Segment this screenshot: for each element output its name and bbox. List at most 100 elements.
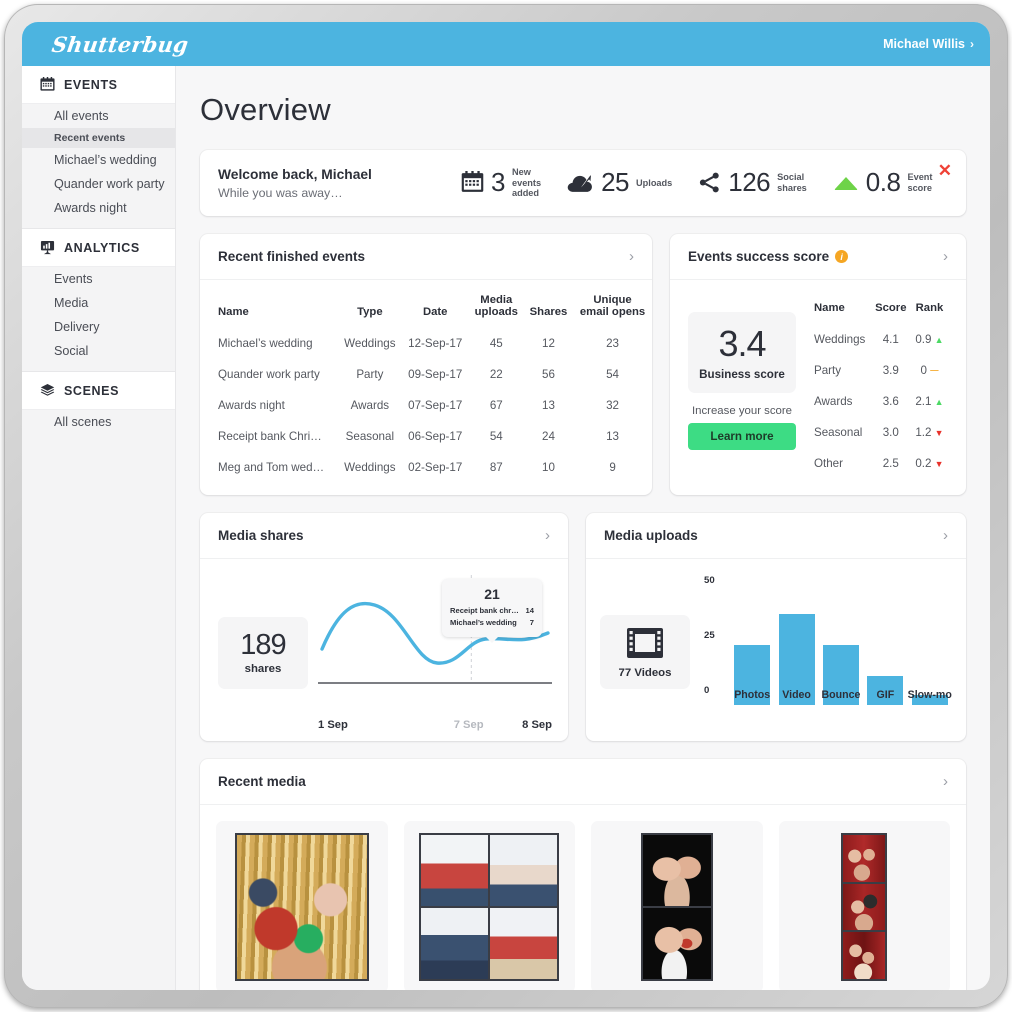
sidebar-item-social[interactable]: Social <box>22 339 175 363</box>
sidebar-item-media[interactable]: Media <box>22 291 175 315</box>
bar-column-gif[interactable]: GIF <box>867 585 905 705</box>
table-row[interactable]: Other 2.5 0.2 ▼ <box>808 448 948 479</box>
table-row[interactable]: Party 3.9 0 ─ <box>808 355 948 386</box>
sidebar-item-awards-night[interactable]: Awards night <box>22 196 175 220</box>
sidebar-item-events[interactable]: Events <box>22 267 175 291</box>
bar-column-photos[interactable]: Photos <box>733 585 771 705</box>
business-score-box: 3.4 Business score <box>688 312 796 393</box>
recent-media-card: Recent media › <box>200 759 966 990</box>
chevron-right-icon[interactable]: › <box>943 527 948 544</box>
media-tile-3[interactable] <box>591 821 763 990</box>
welcome-text: Welcome back, Michael While you was away… <box>218 167 453 200</box>
card-title-label: Events success score <box>688 249 830 264</box>
col-date: Date <box>422 306 448 318</box>
cell-shares: 13 <box>542 399 555 412</box>
cell-opens: 9 <box>609 461 616 474</box>
sidebar-group-events[interactable]: EVENTS <box>22 66 175 104</box>
bars-container: Photos Video Bounce GIF Slow-mo <box>730 585 952 705</box>
tooltip-row-label: Receipt bank chr… <box>450 606 519 615</box>
table-header-row: Name Score Rank <box>808 288 948 324</box>
tooltip-value: 21 <box>484 586 500 602</box>
chevron-right-icon[interactable]: › <box>545 527 550 544</box>
table-row[interactable]: Awards 3.6 2.1 ▲ <box>808 386 948 417</box>
axis-label-mid: 7 Sep <box>453 719 484 731</box>
cell-shares: 10 <box>542 461 555 474</box>
cell-shares: 56 <box>542 368 555 381</box>
business-score-panel: 3.4 Business score Increase your score L… <box>688 288 796 479</box>
table-row[interactable]: Meg and Tom wed… Weddings 02-Sep-17 87 1… <box>200 452 652 483</box>
bar-label-bounce: Bounce <box>821 689 861 701</box>
cell-rank: 2.1 ▲ <box>915 395 944 408</box>
media-uploads-bar-chart: 50 25 0 Photos Video Bounce GIF Slow-mo <box>704 573 952 731</box>
cell-score: 3.6 <box>882 395 899 408</box>
photo-strip-gold-confetti <box>234 833 369 981</box>
info-icon[interactable]: i <box>835 250 849 263</box>
stat-uploads: 25 Uploads <box>567 167 672 198</box>
sidebar-item-michaels-wedding[interactable]: Michael’s wedding <box>22 148 175 172</box>
axis-label-end: 8 Sep <box>522 719 552 731</box>
calendar-icon <box>40 77 55 91</box>
photo-grid-bunting <box>419 833 560 981</box>
sidebar-item-all-events[interactable]: All events <box>22 104 175 128</box>
chevron-right-icon[interactable]: › <box>943 773 948 790</box>
sidebar-item-all-scenes[interactable]: All scenes <box>22 410 175 434</box>
media-tile-1[interactable] <box>216 821 388 990</box>
bar-label-video: Video <box>782 689 811 701</box>
sidebar-item-recent-events[interactable]: Recent events <box>22 128 175 148</box>
calendar-icon <box>461 171 484 193</box>
table-header-row: Name Type Date Media uploads Shares Uniqu… <box>200 280 652 328</box>
table-row[interactable]: Seasonal 3.0 1.2 ▼ <box>808 417 948 448</box>
chevron-right-icon[interactable]: › <box>943 248 948 265</box>
table-row[interactable]: Quander work party Party 09-Sep-17 22 56… <box>200 359 652 390</box>
cell-date: 09-Sep-17 <box>408 368 463 381</box>
top-bar: Shutterbug Michael Willis › <box>22 22 990 66</box>
tooltip-row-label: Michael’s wedding <box>450 617 517 627</box>
bar-column-bounce[interactable]: Bounce <box>822 585 860 705</box>
cell-name: Other <box>814 457 843 470</box>
table-row[interactable]: Michael’s wedding Weddings 12-Sep-17 45 … <box>200 328 652 359</box>
sidebar-group-analytics[interactable]: ANALYTICS <box>22 228 175 267</box>
tooltip-arrow <box>486 636 498 643</box>
sidebar-group-scenes[interactable]: SCENES <box>22 371 175 410</box>
card-title: Recent finished events <box>218 249 366 264</box>
close-icon[interactable]: ✕ <box>938 162 952 179</box>
stat-label: Uploads <box>636 177 673 188</box>
cell-score: 2.5 <box>882 457 899 470</box>
cell-score: 3.9 <box>882 364 899 377</box>
layers-icon <box>40 383 55 396</box>
score-breakdown-table-wrap: Name Score Rank Weddings 4.1 0.9 ▲ Party… <box>808 288 948 479</box>
media-tile-4[interactable] <box>778 821 950 990</box>
stat-value: 3 <box>491 167 505 198</box>
x-axis-labels: 1 Sep 7 Sep 8 Sep <box>318 719 552 731</box>
app-logo[interactable]: Shutterbug <box>50 32 190 57</box>
bar-column-slow-mo[interactable]: Slow-mo <box>907 585 952 705</box>
media-tile-2[interactable] <box>403 821 575 990</box>
learn-more-button[interactable]: Learn more <box>688 423 796 450</box>
triangle-up-icon <box>834 176 857 190</box>
stat-label: Social shares <box>777 172 807 193</box>
sidebar-group-label: ANALYTICS <box>64 240 140 255</box>
sidebar-item-delivery[interactable]: Delivery <box>22 315 175 339</box>
bar-column-video[interactable]: Video <box>778 585 816 705</box>
increase-score-text: Increase your score <box>691 405 793 417</box>
page-title: Overview <box>200 92 331 127</box>
cell-name: Awards night <box>218 399 285 412</box>
cell-date: 12-Sep-17 <box>408 337 463 350</box>
row-events-and-score: Recent finished events › Name Type Date <box>200 234 966 495</box>
table-row[interactable]: Receipt bank Chri… Seasonal 06-Sep-17 54… <box>200 421 652 452</box>
table-row[interactable]: Awards night Awards 07-Sep-17 67 13 32 <box>200 390 652 421</box>
cell-name: Quander work party <box>218 368 320 381</box>
sidebar-item-quander-work-party[interactable]: Quander work party <box>22 172 175 196</box>
user-menu[interactable]: Michael Willis › <box>883 37 974 51</box>
col-score: Score <box>875 302 907 314</box>
chevron-right-icon[interactable]: › <box>629 248 634 265</box>
cell-name: Party <box>814 364 842 377</box>
cell-date: 06-Sep-17 <box>408 430 463 443</box>
welcome-banner: Welcome back, Michael While you was away… <box>200 150 966 216</box>
table-row[interactable]: Weddings 4.1 0.9 ▲ <box>808 324 948 355</box>
bar-label-slow-mo: Slow-mo <box>907 689 952 701</box>
recent-events-table: Name Type Date Media uploads Shares Uniqu… <box>200 280 652 483</box>
media-shares-card: Media shares › 189 shares 1 Sep 7 Sep 8 … <box>200 513 568 741</box>
cell-opens: 54 <box>606 368 619 381</box>
card-body: Name Type Date Media uploads Shares Uniqu… <box>200 280 652 495</box>
